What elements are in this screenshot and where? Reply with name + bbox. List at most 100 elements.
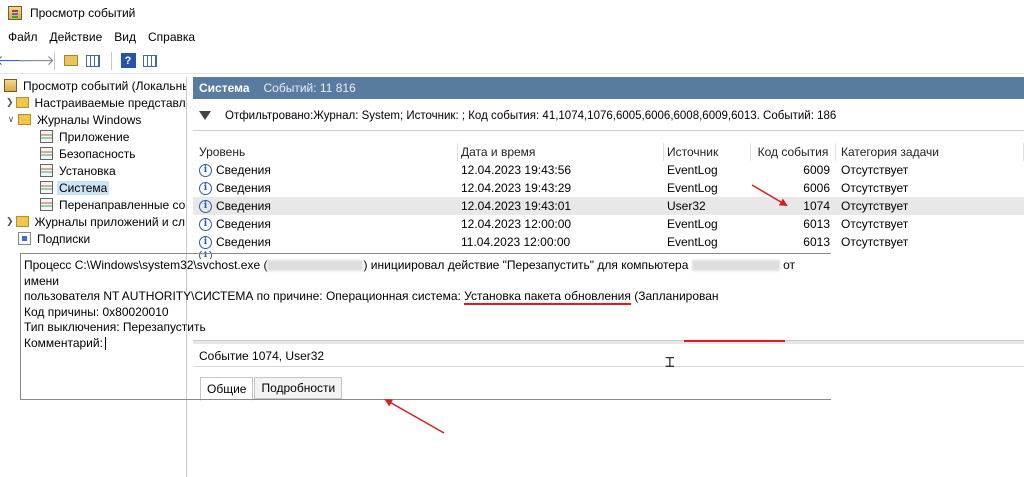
menu-help[interactable]: Справка	[148, 30, 195, 44]
menu-view[interactable]: Вид	[114, 30, 136, 44]
tree-item-windows-logs[interactable]: ∨ Журналы Windows	[0, 111, 186, 128]
tree-item-security[interactable]: Безопасность	[0, 145, 186, 162]
cell-date: 12.04.2023 12:00:00	[461, 217, 572, 231]
tree-label: Журналы Windows	[37, 112, 142, 127]
toolbar-separator	[111, 51, 112, 70]
event-description-text[interactable]: Процесс C:\Windows\system32\svchost.exe …	[24, 258, 829, 351]
cell-event-id: 6013	[803, 235, 830, 249]
filter-text: Отфильтровано:Журнал: System; Источник: …	[225, 109, 837, 122]
text-fragment: (Запланирован	[630, 289, 719, 303]
column-event-id[interactable]: Код события	[751, 143, 836, 161]
tree-item-application[interactable]: Приложение	[0, 128, 186, 145]
tree-label: Настраиваемые представле	[34, 95, 187, 110]
column-level[interactable]: Уровень	[193, 143, 458, 161]
table-row[interactable]: i Сведения 12.04.2023 19:43:56 EventLog 6…	[193, 161, 1024, 179]
tree-item-custom-views[interactable]: ❯ Настраиваемые представле	[0, 94, 186, 111]
tree-label: Установка	[59, 163, 116, 178]
log-icon	[40, 198, 53, 211]
tree-item-forwarded-events[interactable]: Перенаправленные соб	[0, 196, 186, 213]
menu-action[interactable]: Действие	[50, 30, 103, 44]
cell-category: Отсутствует	[841, 235, 909, 249]
cell-event-id: 6006	[803, 181, 830, 195]
table-row-selected[interactable]: i Сведения 12.04.2023 19:43:01 User32 107…	[193, 197, 1024, 215]
table-row[interactable]: i Сведения 12.04.2023 19:43:29 EventLog 6…	[193, 179, 1024, 197]
tree-label: Перенаправленные соб	[59, 197, 187, 212]
tree-item-subscriptions[interactable]: Подписки	[0, 230, 186, 247]
cell-level: i Сведения	[193, 233, 458, 251]
tree-item-system[interactable]: Система	[0, 179, 186, 196]
tree-label: Приложение	[59, 129, 130, 144]
column-date[interactable]: Дата и время	[458, 143, 664, 161]
tree-item-app-services-logs[interactable]: ❯ Журналы приложений и сл	[0, 213, 186, 230]
cell-date: 12.04.2023 19:43:01	[461, 199, 572, 213]
tree-label: Журналы приложений и сл	[34, 214, 185, 229]
highlighted-reason: Установка пакета обновления	[464, 289, 631, 305]
show-hide-tree-button[interactable]	[83, 51, 103, 71]
column-task-category[interactable]: Категория задачи	[836, 143, 1024, 161]
forward-arrow-icon[interactable]: 🡒	[17, 51, 55, 71]
cell-category: Отсутствует	[841, 181, 909, 195]
cell-level: i Сведения	[193, 161, 458, 179]
cell-level: i Сведения	[193, 179, 458, 197]
cell-category: Отсутствует	[841, 163, 909, 177]
cell-source: EventLog	[667, 163, 718, 177]
event-count: Событий: 11 816	[263, 81, 356, 95]
cell-source: EventLog	[667, 217, 718, 231]
folder-icon	[15, 97, 29, 108]
text-fragment: Комментарий:	[24, 335, 103, 350]
folder-icon	[64, 55, 78, 66]
log-icon	[40, 147, 53, 160]
text-cursor-icon: ⌶	[665, 352, 675, 371]
log-name: Система	[199, 81, 250, 95]
cell-date: 12.04.2023 19:43:29	[461, 181, 572, 195]
table-row[interactable]: i Сведения 11.04.2023 12:00:00 EventLog 6…	[193, 233, 1024, 251]
level-text: Сведения	[216, 217, 271, 231]
table-row[interactable]: i Сведения 12.04.2023 12:00:00 EventLog 6…	[193, 215, 1024, 233]
level-text: Сведения	[216, 199, 271, 213]
text-fragment: Процесс C:\Windows\system32\svchost.exe …	[24, 258, 268, 272]
level-text: Сведения	[216, 181, 271, 195]
level-text: Сведения	[216, 163, 271, 177]
event-viewer-icon	[4, 79, 17, 92]
chevron-right-icon[interactable]: ❯	[6, 216, 14, 227]
tree-item-root[interactable]: Просмотр событий (Локальны	[0, 77, 186, 94]
event-viewer-app-icon	[8, 6, 22, 20]
chevron-down-icon[interactable]: ∨	[6, 114, 16, 125]
title-bar: Просмотр событий	[0, 0, 1024, 26]
action-pane-button[interactable]	[140, 51, 160, 71]
window-title: Просмотр событий	[30, 6, 136, 20]
redacted-value	[691, 260, 780, 272]
cell-date: 11.04.2023 12:00:00	[461, 235, 571, 249]
cell-event-id: 6013	[803, 217, 830, 231]
menu-bar: Файл Действие Вид Справка	[0, 28, 207, 46]
folder-icon	[15, 216, 29, 227]
cell-source: EventLog	[667, 235, 718, 249]
toolbar-separator	[54, 51, 55, 70]
help-button[interactable]: ?	[118, 51, 138, 71]
tree-label: Система	[57, 180, 110, 195]
description-line: Процесс C:\Windows\system32\svchost.exe …	[24, 258, 829, 289]
log-icon	[40, 164, 53, 177]
description-line: пользователя NT AUTHORITY\СИСТЕМА по при…	[24, 289, 829, 305]
log-icon	[40, 181, 53, 194]
menu-file[interactable]: Файл	[8, 30, 38, 44]
help-icon: ?	[120, 53, 136, 68]
filter-icon	[199, 111, 211, 120]
info-icon: i	[199, 217, 212, 231]
tree-label: Просмотр событий (Локальны	[23, 78, 187, 93]
toolbar: 🡐 🡒 ?	[0, 48, 1024, 74]
column-source[interactable]: Источник	[664, 143, 751, 161]
description-line: Код причины: 0x80020010	[24, 304, 169, 319]
info-icon: i	[199, 181, 212, 195]
panel-icon	[143, 54, 157, 67]
cell-category: Отсутствует	[841, 199, 909, 213]
open-folder-button[interactable]	[61, 51, 81, 71]
cell-category: Отсутствует	[841, 217, 909, 231]
info-icon: i	[199, 163, 212, 177]
cell-date: 12.04.2023 19:43:56	[461, 163, 572, 177]
redacted-value	[267, 260, 364, 272]
tree-item-setup[interactable]: Установка	[0, 162, 186, 179]
filter-bar: Отфильтровано:Журнал: System; Источник: …	[193, 101, 1024, 131]
text-fragment: ) инициировал действие "Перезапустить" д…	[363, 258, 692, 272]
chevron-right-icon[interactable]: ❯	[6, 97, 14, 108]
